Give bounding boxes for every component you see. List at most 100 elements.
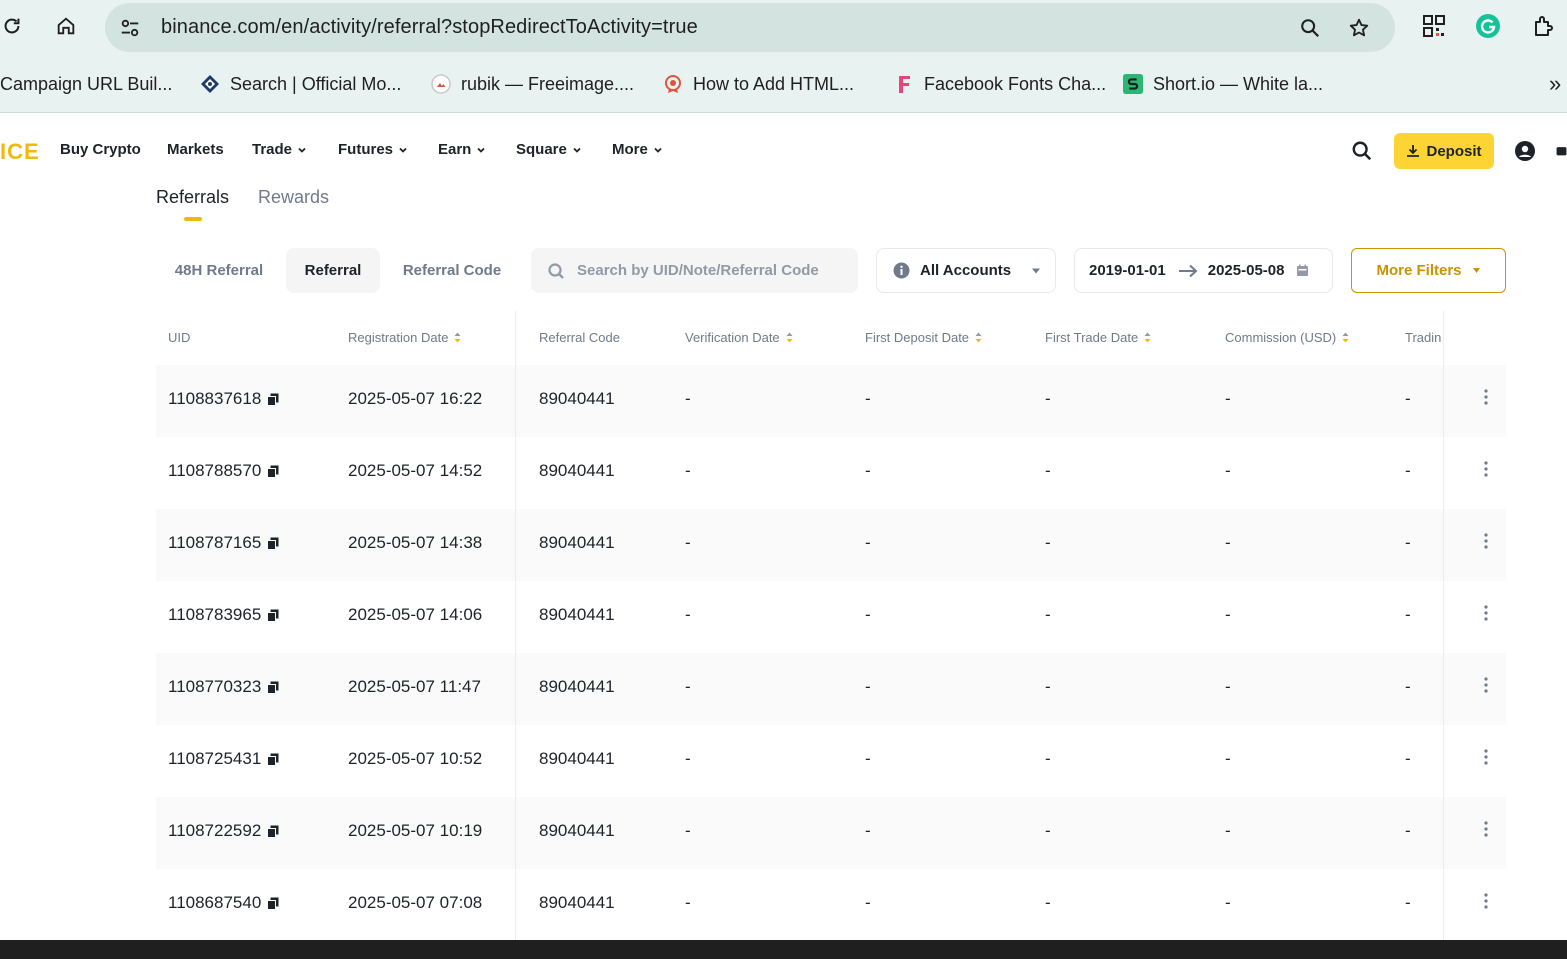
- row-actions-icon[interactable]: [1480, 603, 1492, 623]
- verification-date-cell: -: [685, 533, 691, 553]
- row-actions-icon[interactable]: [1480, 459, 1492, 479]
- search-icon[interactable]: [1350, 139, 1374, 163]
- nav-trade[interactable]: Trade: [252, 141, 307, 158]
- copy-icon[interactable]: [267, 897, 279, 910]
- sort-icon[interactable]: [454, 332, 461, 343]
- cell-value: 1108770323: [168, 677, 262, 696]
- os-taskbar: [0, 940, 1567, 959]
- copy-icon[interactable]: [267, 681, 279, 694]
- nav-buy-crypto[interactable]: Buy Crypto: [60, 141, 141, 158]
- nav-square[interactable]: Square: [516, 141, 582, 158]
- site-header: [0, 114, 1567, 186]
- uid-cell: 1108725431: [168, 749, 279, 769]
- bookmark-star-icon[interactable]: [1346, 15, 1372, 41]
- bookmark-item[interactable]: Search | Official Mo...: [200, 72, 401, 96]
- trading-volume-cell: -: [1405, 461, 1411, 481]
- date-range-picker[interactable]: 2019-01-01 2025-05-08: [1074, 248, 1333, 293]
- sort-icon[interactable]: [1144, 332, 1151, 343]
- deposit-button[interactable]: Deposit: [1394, 133, 1494, 169]
- more-filters-button[interactable]: More Filters: [1351, 248, 1506, 293]
- header-label: First Deposit Date: [865, 330, 970, 345]
- nav-more[interactable]: More: [612, 141, 663, 158]
- sort-icon[interactable]: [975, 332, 982, 343]
- home-icon[interactable]: [50, 10, 82, 42]
- col-first-deposit-date-header[interactable]: First Deposit Date: [865, 330, 982, 345]
- row-actions-icon[interactable]: [1480, 387, 1492, 407]
- copy-icon[interactable]: [267, 393, 279, 406]
- cell-value: 89040441: [539, 533, 615, 552]
- cell-value: -: [685, 677, 691, 696]
- extensions-icon[interactable]: [1530, 12, 1558, 40]
- wallet-icon[interactable]: [1556, 139, 1567, 163]
- search-field[interactable]: [531, 248, 858, 293]
- copy-icon[interactable]: [267, 609, 279, 622]
- row-actions-icon[interactable]: [1480, 747, 1492, 767]
- bookmark-item[interactable]: How to Add HTML...: [663, 72, 854, 96]
- zoom-icon[interactable]: [1297, 15, 1323, 41]
- sort-icon[interactable]: [1342, 332, 1349, 343]
- f-letter-icon: [894, 74, 914, 94]
- segment-referral[interactable]: Referral: [286, 248, 380, 293]
- referral-code-cell: 89040441: [539, 389, 615, 409]
- nav-earn[interactable]: Earn: [438, 141, 486, 158]
- col-registration-date-header[interactable]: Registration Date: [348, 330, 461, 345]
- nav-markets[interactable]: Markets: [167, 141, 224, 158]
- browser-toolbar: binance.com/en/activity/referral?stopRed…: [0, 0, 1567, 56]
- bookmark-item[interactable]: Short.io — White la...: [1123, 72, 1323, 96]
- row-actions-icon[interactable]: [1480, 891, 1492, 911]
- sort-icon[interactable]: [786, 332, 793, 343]
- bookmark-item[interactable]: rubik — Freeimage....: [431, 72, 634, 96]
- user-avatar-icon[interactable]: [1513, 139, 1537, 163]
- col-referral-code-header: Referral Code: [539, 330, 620, 345]
- copy-icon[interactable]: [267, 753, 279, 766]
- segment-48h-referral[interactable]: 48H Referral: [160, 248, 278, 293]
- bookmark-item[interactable]: Facebook Fonts Cha...: [894, 72, 1106, 96]
- qr-code-icon[interactable]: [1420, 12, 1448, 40]
- row-actions-icon[interactable]: [1480, 675, 1492, 695]
- col-first-trade-date-header[interactable]: First Trade Date: [1045, 330, 1151, 345]
- first-deposit-date-cell: -: [865, 461, 871, 481]
- segment-referral-code[interactable]: Referral Code: [390, 248, 514, 293]
- cell-value: -: [865, 821, 871, 840]
- first-trade-date-cell: -: [1045, 389, 1051, 409]
- row-actions-icon[interactable]: [1480, 819, 1492, 839]
- cell-value: 89040441: [539, 389, 615, 408]
- copy-icon[interactable]: [267, 825, 279, 838]
- col-commission-header[interactable]: Commission (USD): [1225, 330, 1349, 345]
- cell-value: -: [1225, 893, 1231, 912]
- more-bookmarks-button[interactable]: »: [1549, 71, 1561, 96]
- header-label: Commission (USD): [1225, 330, 1337, 345]
- copy-icon[interactable]: [267, 537, 279, 550]
- address-bar[interactable]: binance.com/en/activity/referral?stopRed…: [105, 3, 1395, 52]
- account-select[interactable]: All Accounts: [876, 248, 1056, 293]
- col-verification-date-header[interactable]: Verification Date: [685, 330, 793, 345]
- date-from[interactable]: 2019-01-01: [1089, 262, 1166, 279]
- nav-label: Futures: [338, 141, 394, 158]
- cell-value: 1108722592: [168, 821, 262, 840]
- search-input[interactable]: [577, 262, 837, 279]
- referral-code-cell: 89040441: [539, 893, 615, 913]
- copy-icon[interactable]: [267, 465, 279, 478]
- grammarly-icon[interactable]: [1474, 12, 1502, 40]
- date-to[interactable]: 2025-05-08: [1208, 262, 1285, 279]
- arrow-right-icon: [1178, 264, 1198, 278]
- nav-futures[interactable]: Futures: [338, 141, 408, 158]
- uid-cell: 1108787165: [168, 533, 279, 553]
- verification-date-cell: -: [685, 461, 691, 481]
- site-settings-icon[interactable]: [117, 15, 143, 41]
- tab-rewards[interactable]: Rewards: [258, 187, 329, 208]
- table-row: 1108787165 2025-05-07 14:38 89040441 - - - - -: [156, 509, 1506, 581]
- deposit-label: Deposit: [1426, 142, 1482, 160]
- cell-value: 2025-05-07 14:06: [348, 605, 483, 624]
- cell-value: -: [865, 605, 871, 624]
- bookmark-item[interactable]: Campaign URL Buil...: [0, 72, 172, 96]
- header-label: UID: [168, 330, 191, 345]
- registration-date-cell: 2025-05-07 07:08: [348, 893, 482, 913]
- cell-value: 2025-05-07 14:52: [348, 461, 483, 480]
- verification-date-cell: -: [685, 389, 691, 409]
- row-actions-icon[interactable]: [1480, 531, 1492, 551]
- bookmark-label: Search | Official Mo...: [230, 73, 402, 94]
- tab-referrals[interactable]: Referrals: [156, 187, 229, 208]
- binance-logo[interactable]: ICE: [0, 139, 40, 165]
- reload-icon[interactable]: [0, 10, 28, 42]
